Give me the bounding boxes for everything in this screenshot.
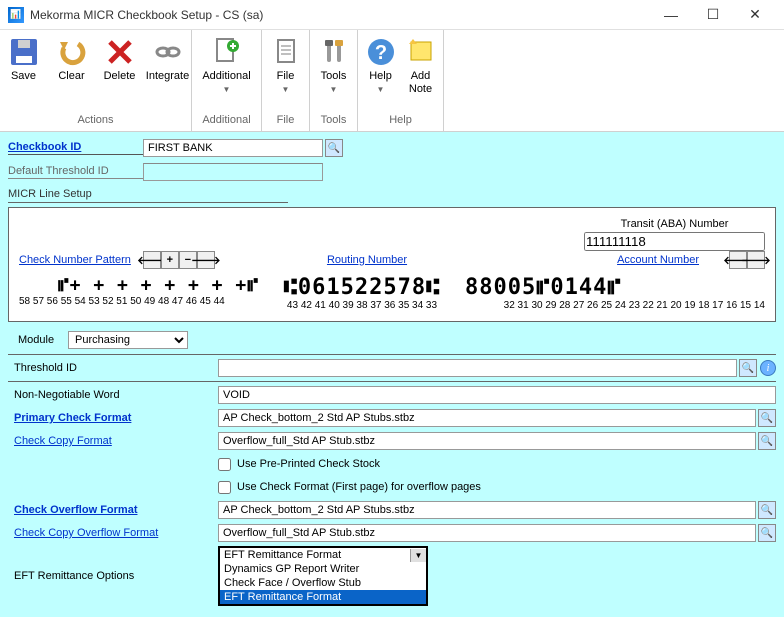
non-negotiable-field[interactable]: VOID [218, 386, 776, 404]
checkbook-id-field[interactable]: FIRST BANK [143, 139, 323, 157]
save-icon [8, 36, 40, 68]
add-note-button[interactable]: Add Note [401, 34, 441, 98]
transit-number-input[interactable] [584, 232, 765, 251]
default-threshold-field [143, 163, 323, 181]
eft-options-dropdown[interactable]: EFT Remittance Format ▼ Dynamics GP Repo… [218, 546, 428, 606]
link-icon [152, 36, 184, 68]
checkbook-lookup-button[interactable]: 🔍 [325, 139, 343, 157]
primary-format-lookup-button[interactable]: 🔍 [758, 409, 776, 427]
overflow-copy-label[interactable]: Check Copy Overflow Format [8, 527, 218, 539]
pattern-left-button[interactable]: 🡐 [143, 251, 161, 269]
note-icon [405, 36, 437, 68]
maximize-button[interactable]: ☐ [692, 1, 734, 29]
account-number-label[interactable]: Account Number [617, 254, 699, 266]
routing-glyphs: ⑆061522578⑆ [259, 275, 465, 300]
default-threshold-label: Default Threshold ID [8, 165, 143, 179]
tools-icon [318, 36, 350, 68]
document-add-icon [211, 36, 243, 68]
chevron-down-icon: ▼ [410, 549, 426, 562]
check-copy-field[interactable]: Overflow_full_Std AP Stub.stbz [218, 432, 756, 450]
delete-icon [104, 36, 136, 68]
routing-positions: 43 42 41 40 39 38 37 36 35 34 33 [259, 300, 465, 311]
chevron-down-icon: ▼ [282, 85, 290, 94]
undo-icon [56, 36, 88, 68]
threshold-info-button[interactable]: i [760, 360, 776, 376]
eft-options-value: EFT Remittance Format [220, 548, 410, 562]
primary-format-label[interactable]: Primary Check Format [8, 412, 218, 424]
eft-option-1[interactable]: Check Face / Overflow Stub [220, 576, 426, 590]
file-group-label: File [264, 111, 307, 129]
app-icon: 📊 [8, 7, 24, 23]
clear-button[interactable]: Clear [48, 34, 96, 85]
preprinted-checkbox[interactable] [218, 458, 231, 471]
help-button[interactable]: ? Help▼ [361, 34, 401, 98]
micr-panel: Transit (ABA) Number Check Number Patter… [8, 207, 776, 322]
check-number-pattern-label[interactable]: Check Number Pattern [19, 254, 131, 266]
window-title: Mekorma MICR Checkbook Setup - CS (sa) [30, 8, 650, 22]
account-positions: 32 31 30 29 28 27 26 25 24 23 22 21 20 1… [465, 300, 765, 311]
micr-setup-label: MICR Line Setup [8, 188, 288, 203]
delete-button[interactable]: Delete [96, 34, 144, 85]
overflow-copy-lookup-button[interactable]: 🔍 [758, 524, 776, 542]
additional-button[interactable]: Additional▼ [194, 34, 260, 98]
account-right-button[interactable]: 🡒 [747, 251, 765, 269]
threshold-lookup-button[interactable]: 🔍 [739, 359, 757, 377]
pattern-plus-button[interactable]: + [161, 251, 179, 269]
check-pattern-glyphs: ⑈+ + + + + + + +⑈ [19, 275, 259, 296]
non-negotiable-label: Non-Negotiable Word [8, 389, 218, 401]
close-button[interactable]: ✕ [734, 1, 776, 29]
minimize-button[interactable]: — [650, 1, 692, 29]
overflow-first-checkbox[interactable] [218, 481, 231, 494]
chevron-down-icon: ▼ [377, 85, 385, 94]
pattern-right-button[interactable]: 🡒 [197, 251, 215, 269]
help-icon: ? [365, 36, 397, 68]
overflow-format-lookup-button[interactable]: 🔍 [758, 501, 776, 519]
primary-format-field[interactable]: AP Check_bottom_2 Std AP Stubs.stbz [218, 409, 756, 427]
threshold-id-field[interactable] [218, 359, 737, 377]
module-select[interactable]: Purchasing [68, 331, 188, 349]
chevron-down-icon: ▼ [223, 85, 231, 94]
account-glyphs: 88005⑈0144⑈ [465, 275, 765, 300]
tools-button[interactable]: Tools▼ [310, 34, 358, 98]
help-group-label: Help [360, 111, 441, 129]
preprinted-label: Use Pre-Printed Check Stock [237, 458, 380, 470]
check-copy-lookup-button[interactable]: 🔍 [758, 432, 776, 450]
file-icon [270, 36, 302, 68]
integrate-button[interactable]: Integrate [144, 34, 192, 85]
actions-group-label: Actions [2, 111, 189, 129]
eft-options-label: EFT Remittance Options [8, 570, 218, 582]
eft-option-2[interactable]: EFT Remittance Format [220, 590, 426, 604]
check-pattern-positions: 58 57 56 55 54 53 52 51 50 49 48 47 46 4… [19, 296, 259, 307]
overflow-format-field[interactable]: AP Check_bottom_2 Std AP Stubs.stbz [218, 501, 756, 519]
overflow-format-label[interactable]: Check Overflow Format [8, 504, 218, 516]
routing-number-label[interactable]: Routing Number [327, 254, 407, 266]
overflow-copy-field[interactable]: Overflow_full_Std AP Stub.stbz [218, 524, 756, 542]
content-area: Checkbook ID FIRST BANK 🔍 Default Thresh… [0, 132, 784, 617]
transit-number-label[interactable]: Transit (ABA) Number [584, 218, 765, 230]
eft-option-0[interactable]: Dynamics GP Report Writer [220, 562, 426, 576]
threshold-id-label: Threshold ID [8, 362, 218, 374]
file-button[interactable]: File▼ [262, 34, 310, 98]
ribbon: Save Clear Delete Integrate Actions Addi… [0, 30, 784, 132]
tools-group-label: Tools [312, 111, 355, 129]
svg-text:?: ? [374, 42, 386, 64]
check-copy-label[interactable]: Check Copy Format [8, 435, 218, 447]
overflow-first-label: Use Check Format (First page) for overfl… [237, 481, 481, 493]
title-bar: 📊 Mekorma MICR Checkbook Setup - CS (sa)… [0, 0, 784, 30]
checkbook-id-label[interactable]: Checkbook ID [8, 141, 143, 155]
chevron-down-icon: ▼ [330, 85, 338, 94]
save-button[interactable]: Save [0, 34, 48, 85]
module-label: Module [8, 334, 68, 346]
additional-group-label: Additional [194, 111, 259, 129]
